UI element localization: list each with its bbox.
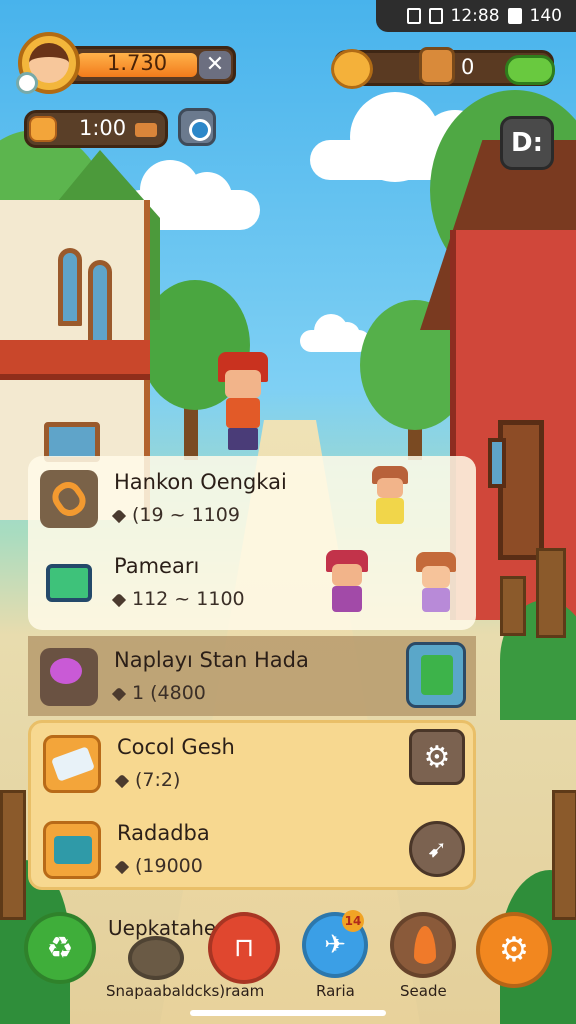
camera-button[interactable] bbox=[178, 108, 216, 146]
coin-icon bbox=[29, 116, 57, 142]
battery-level: 140 bbox=[529, 6, 562, 26]
alarm-icon bbox=[406, 8, 421, 24]
nav-label: Seade bbox=[400, 982, 447, 1000]
chest-icon bbox=[40, 554, 98, 612]
resource-count: 0 bbox=[461, 55, 475, 79]
settings-button[interactable]: ⚙ bbox=[476, 912, 552, 988]
chest-icon bbox=[135, 123, 157, 137]
quest-title: Radadba bbox=[117, 821, 210, 845]
gear-icon[interactable]: ⚙ bbox=[409, 729, 465, 785]
quest-card-light: Hankon Oengkai (19 ~ 1109 Pamearı 112 ~ … bbox=[28, 456, 476, 630]
quest-row[interactable]: Cocol Gesh (7:2) bbox=[43, 729, 461, 799]
recycle-button[interactable]: ♻ bbox=[24, 912, 96, 984]
potion-icon bbox=[40, 648, 98, 706]
nav-label: Snapaabaldcks)raam bbox=[106, 982, 265, 1000]
leaf-button[interactable] bbox=[390, 912, 456, 978]
fence-post bbox=[536, 548, 566, 638]
house-window bbox=[88, 260, 112, 350]
villager-character[interactable] bbox=[416, 552, 456, 616]
battery-icon bbox=[507, 8, 522, 24]
quest-title: Hankon Oengkai bbox=[114, 470, 287, 494]
fence-post bbox=[0, 790, 26, 920]
resource-bar: 0 bbox=[331, 47, 555, 89]
quest-row[interactable]: Pamearı 112 ~ 1100 bbox=[40, 548, 464, 618]
villager-character[interactable] bbox=[372, 466, 408, 526]
xp-bar: 1.730 ✕ bbox=[60, 46, 236, 84]
quest-meta: 1 (4800 bbox=[111, 682, 206, 704]
backpack-icon[interactable] bbox=[419, 47, 455, 85]
quest-row[interactable]: Radadba (19000 bbox=[43, 815, 461, 885]
quest-card-dark: Naplayı Stan Hada 1 (4800 bbox=[28, 636, 476, 716]
book-button[interactable]: D: bbox=[500, 116, 554, 170]
house-awning bbox=[0, 340, 150, 380]
fence-post bbox=[500, 576, 526, 636]
house-window bbox=[58, 248, 82, 326]
quest-meta: (19000 bbox=[114, 855, 203, 877]
quest-meta: 112 ~ 1100 bbox=[111, 588, 245, 610]
bridge-button[interactable]: ⊓ bbox=[208, 912, 280, 984]
eraser-icon bbox=[43, 735, 101, 793]
rocket-icon[interactable]: ➹ bbox=[409, 821, 465, 877]
pet-button[interactable] bbox=[128, 936, 184, 980]
close-button[interactable]: ✕ bbox=[199, 51, 231, 79]
nav-label: Raria bbox=[316, 982, 355, 1000]
quest-meta: (19 ~ 1109 bbox=[111, 504, 240, 526]
system-status-bar: 12:88 140 bbox=[376, 0, 576, 32]
status-badge-icon bbox=[16, 72, 38, 94]
cookie-icon[interactable] bbox=[331, 49, 373, 89]
xp-value: 1.730 bbox=[107, 51, 168, 75]
quest-title: Naplayı Stan Hada bbox=[114, 648, 309, 672]
quest-title: Cocol Gesh bbox=[117, 735, 235, 759]
timer-value: 1:00 bbox=[79, 116, 127, 140]
home-indicator[interactable] bbox=[190, 1010, 386, 1016]
clock: 12:88 bbox=[450, 6, 500, 26]
quest-card-gold: Cocol Gesh (7:2) ⚙ Radadba (19000 ➹ bbox=[28, 720, 476, 890]
sim-icon bbox=[428, 8, 443, 24]
box-icon bbox=[43, 821, 101, 879]
key-icon bbox=[40, 470, 98, 528]
house-window bbox=[488, 438, 506, 488]
quest-row[interactable]: Naplayı Stan Hada 1 (4800 bbox=[40, 642, 464, 712]
timer-bar[interactable]: 1:00 bbox=[24, 110, 168, 148]
notification-badge: 14 bbox=[342, 910, 364, 932]
gem-icon[interactable] bbox=[505, 55, 555, 85]
fence-post bbox=[552, 790, 576, 920]
player-character[interactable] bbox=[216, 352, 270, 454]
villager-character[interactable] bbox=[324, 550, 370, 616]
quest-title: Pamearı bbox=[114, 554, 200, 578]
book-icon[interactable] bbox=[406, 642, 466, 708]
cloud bbox=[300, 314, 370, 352]
quest-meta: (7:2) bbox=[114, 769, 180, 791]
